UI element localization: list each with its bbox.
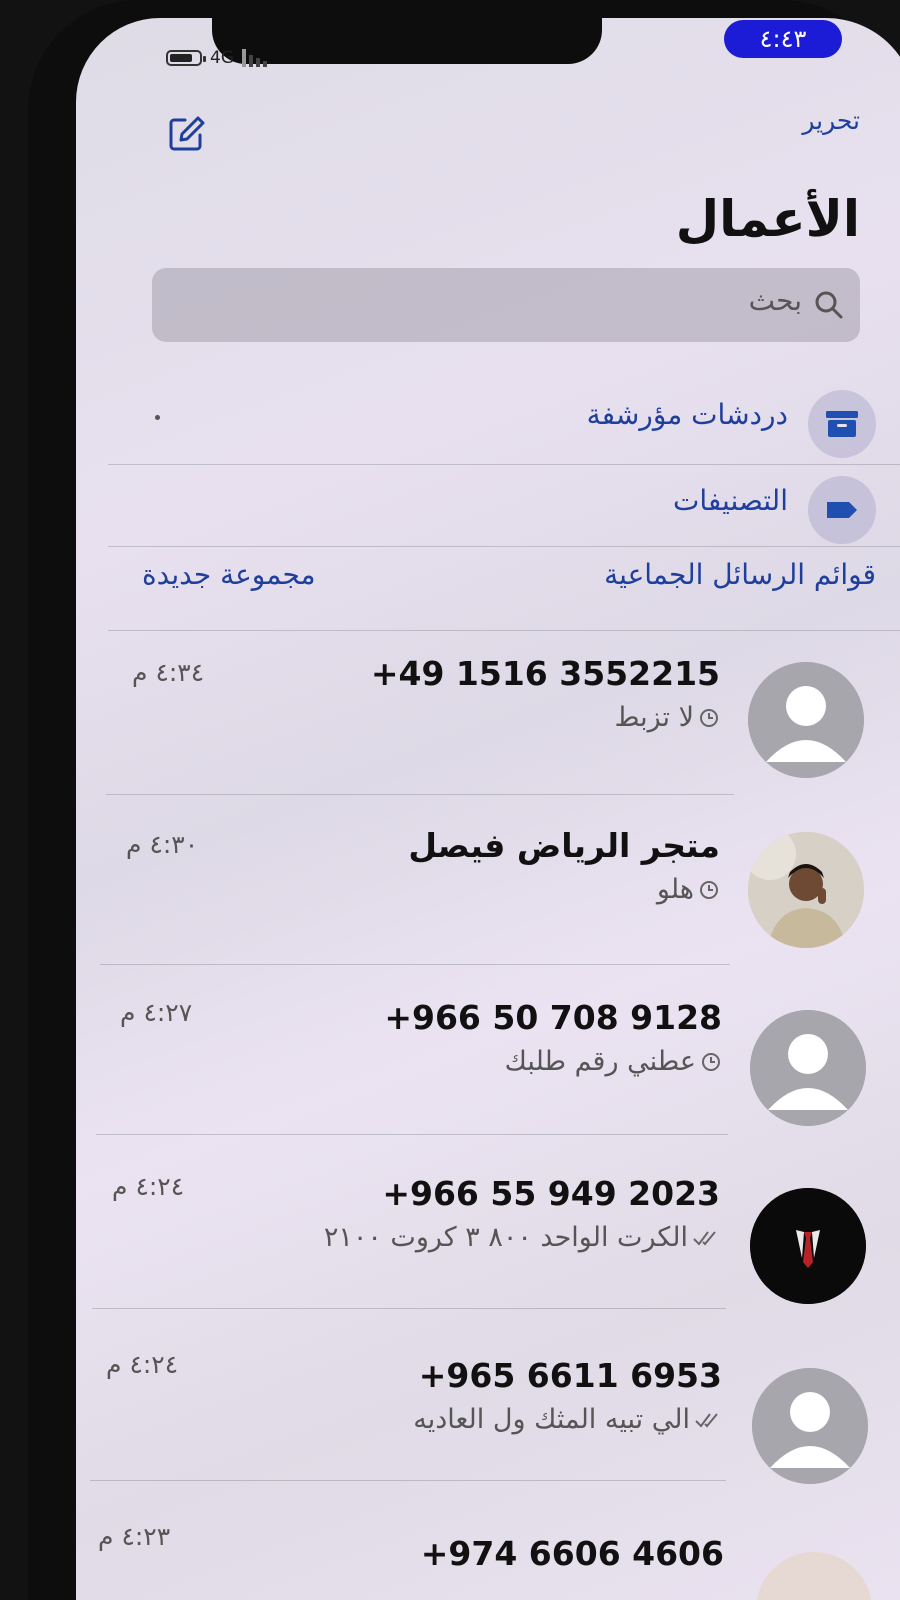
chat-row[interactable]: +965 6611 6953 الي تبيه المثك ول العاديه… (76, 1310, 900, 1484)
dark-avatar (750, 1188, 866, 1304)
chat-preview-text: الكرت الواحد ٨٠٠ ٣ كروت ٢١٠٠ (323, 1222, 688, 1253)
archive-icon (808, 390, 876, 458)
network-label: 4G (210, 48, 234, 68)
chat-name: +974 6606 4606 (420, 1534, 724, 1573)
chat-time: ٤:٢٤ م (106, 1350, 179, 1379)
chat-time: ٤:٢٤ م (112, 1172, 185, 1201)
archived-chats-label: دردشات مؤرشفة (586, 398, 788, 431)
profile-photo-avatar (756, 1552, 872, 1600)
chat-time: ٤:٢٣ م (98, 1522, 171, 1551)
screen: ٤:٤٣ 4G تحرير الأعمال بحث دردشات مؤرشفة … (76, 18, 900, 1600)
notch (212, 18, 602, 64)
clock-icon (702, 1052, 720, 1071)
divider (100, 964, 730, 965)
labels-row[interactable]: التصنيفات (108, 464, 900, 546)
search-icon (815, 291, 843, 319)
divider (106, 794, 734, 795)
default-avatar-icon (748, 662, 864, 778)
chat-name: +965 6611 6953 (418, 1356, 722, 1395)
chat-preview: لا تزبط (614, 702, 720, 733)
compose-icon[interactable] (168, 114, 206, 152)
chat-preview-text: هلو (656, 874, 694, 905)
chat-time: ٤:٢٧ م (120, 998, 193, 1027)
chat-row[interactable]: +966 50 708 9128 عطني رقم طلبك ٤:٢٧ م (76, 966, 900, 1136)
page-title: الأعمال (675, 190, 860, 248)
signal-icon (242, 49, 267, 67)
chat-preview: الي تبيه المثك ول العاديه (413, 1404, 722, 1435)
profile-photo-avatar (748, 832, 864, 948)
double-check-icon (693, 1230, 716, 1246)
divider (96, 1134, 728, 1135)
search-placeholder: بحث (748, 284, 802, 317)
default-avatar-icon (750, 1010, 866, 1126)
divider (90, 1480, 726, 1481)
chat-name: +966 50 708 9128 (384, 998, 722, 1037)
chat-name: متجر الرياض فيصل (408, 826, 720, 865)
chat-preview-text: الي تبيه المثك ول العاديه (413, 1404, 690, 1435)
edit-button[interactable]: تحرير (802, 106, 860, 135)
default-avatar-icon (752, 1368, 868, 1484)
clock-icon (700, 880, 718, 899)
archived-chats-row[interactable]: دردشات مؤرشفة (108, 378, 900, 460)
chat-row[interactable]: متجر الرياض فيصل هلو ٤:٣٠ م (76, 796, 900, 966)
new-group-link[interactable]: مجموعة جديدة (142, 558, 316, 591)
clock-icon (700, 708, 718, 727)
chat-row[interactable]: +49 1516 3552215 لا تزبط ٤:٣٤ م (76, 630, 900, 800)
battery-icon (166, 50, 206, 66)
status-time: ٤:٤٣ (724, 20, 842, 58)
phone-frame: ٤:٤٣ 4G تحرير الأعمال بحث دردشات مؤرشفة … (28, 0, 900, 1600)
chat-row[interactable]: +974 6606 4606 ٤:٢٣ م (76, 1482, 900, 1600)
chat-name: +966 55 949 2023 (382, 1174, 720, 1213)
chat-preview: عطني رقم طلبك (505, 1046, 722, 1077)
chat-row[interactable]: +966 55 949 2023 الكرت الواحد ٨٠٠ ٣ كروت… (76, 1136, 900, 1306)
broadcast-lists-link[interactable]: قوائم الرسائل الجماعية (604, 558, 876, 591)
divider (108, 546, 900, 547)
labels-label: التصنيفات (673, 484, 788, 517)
chat-name: +49 1516 3552215 (370, 654, 720, 693)
chat-preview-text: عطني رقم طلبك (504, 1046, 696, 1077)
chat-time: ٤:٣٠ م (126, 830, 199, 859)
chat-preview: الكرت الواحد ٨٠٠ ٣ كروت ٢١٠٠ (324, 1222, 720, 1253)
row-dot (155, 415, 160, 420)
double-check-icon (695, 1412, 718, 1428)
search-bar[interactable]: بحث (152, 268, 860, 342)
chat-time: ٤:٣٤ م (132, 658, 205, 687)
status-indicators: 4G (166, 48, 267, 68)
divider (92, 1308, 726, 1309)
chat-preview: هلو (657, 874, 720, 905)
label-tag-icon (808, 476, 876, 544)
chat-preview-text: لا تزبط (614, 702, 694, 733)
